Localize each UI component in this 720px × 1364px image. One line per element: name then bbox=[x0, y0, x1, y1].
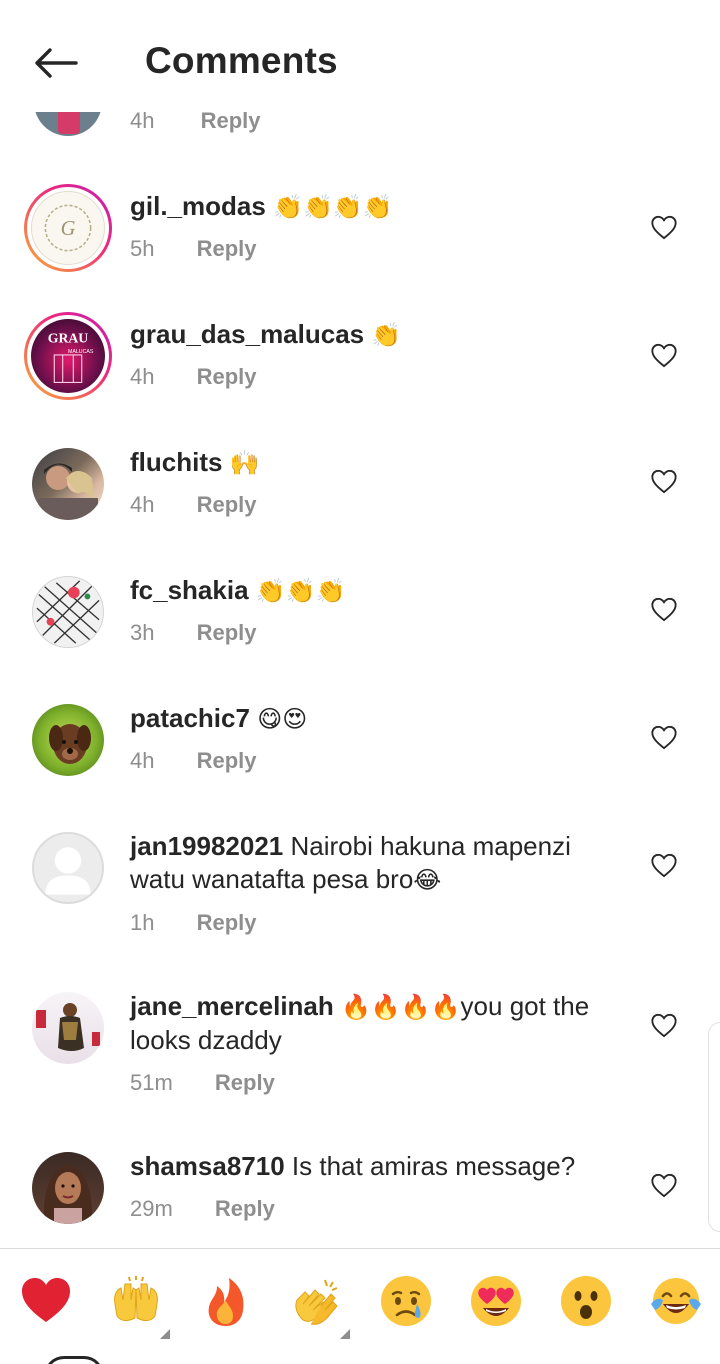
comment-username[interactable]: jane_mercelinah bbox=[130, 991, 334, 1021]
like-heart-icon[interactable] bbox=[650, 852, 678, 878]
variant-indicator bbox=[160, 1329, 170, 1339]
variant-indicator bbox=[340, 1329, 350, 1339]
comment-username[interactable]: shamsa8710 bbox=[130, 1151, 285, 1181]
red-heart-icon bbox=[22, 1278, 70, 1322]
comment-meta: 4h Reply bbox=[130, 748, 257, 774]
comment-time: 1h bbox=[130, 910, 155, 935]
comment-time: 5h bbox=[130, 236, 155, 261]
fire-icon bbox=[208, 1278, 244, 1326]
avatar[interactable] bbox=[32, 704, 104, 776]
comment-username[interactable]: patachic7 bbox=[130, 703, 250, 733]
reaction-heart-eyes-button[interactable] bbox=[468, 1273, 524, 1329]
comment-meta: 4h Reply bbox=[130, 364, 257, 390]
comment-emoji-prefix: 🔥🔥🔥🔥 bbox=[341, 993, 461, 1021]
quick-reactions-bar bbox=[0, 1248, 720, 1364]
reaction-red-heart-button[interactable] bbox=[18, 1273, 74, 1329]
comment-meta: 1h Reply bbox=[130, 910, 257, 936]
comment-text: patachic7 😋😍 bbox=[130, 702, 630, 736]
like-heart-icon[interactable] bbox=[650, 468, 678, 494]
reply-button[interactable]: Reply bbox=[197, 748, 257, 774]
crying-face-icon bbox=[381, 1276, 431, 1326]
like-heart-icon[interactable] bbox=[650, 214, 678, 240]
comment-text: fc_shakia 👏👏👏 bbox=[130, 574, 630, 608]
heart-eyes-icon bbox=[471, 1276, 521, 1326]
comment-emoji: 😂 bbox=[413, 866, 442, 894]
comment-username[interactable]: grau_das_malucas bbox=[130, 319, 364, 349]
reaction-clapping-hands-button[interactable] bbox=[288, 1273, 350, 1339]
comment-text: jane_mercelinah 🔥🔥🔥🔥you got the looks dz… bbox=[130, 990, 630, 1057]
reaction-fire-button[interactable] bbox=[198, 1273, 254, 1329]
like-heart-icon[interactable] bbox=[650, 724, 678, 750]
comment-time: 4h bbox=[130, 748, 155, 773]
avatar[interactable] bbox=[32, 576, 104, 648]
avatar-logo-subtext: MALUCAS bbox=[68, 349, 94, 355]
reply-button[interactable]: Reply bbox=[197, 620, 257, 646]
reply-button[interactable]: Reply bbox=[197, 910, 257, 936]
comments-list[interactable]: 4h Reply G gil._modas 👏👏👏👏 5h Reply GRAU… bbox=[0, 0, 720, 1248]
comment-emoji: 👏👏👏 bbox=[255, 577, 346, 605]
comment-text: shamsa8710 Is that amiras message? bbox=[130, 1150, 630, 1183]
comment-text: gil._modas 👏👏👏👏 bbox=[130, 190, 630, 224]
surprised-face-icon bbox=[561, 1276, 611, 1326]
comment-text: grau_das_malucas 👏 bbox=[130, 318, 630, 352]
avatar-logo-text: GRAU bbox=[48, 330, 89, 345]
comment-time: 3h bbox=[130, 620, 155, 645]
side-panel-handle[interactable] bbox=[708, 1022, 720, 1232]
comment-time: 4h bbox=[130, 492, 155, 517]
reaction-raising-hands-button[interactable] bbox=[108, 1273, 170, 1339]
like-heart-icon[interactable] bbox=[650, 1172, 678, 1198]
reply-button[interactable]: Reply bbox=[197, 236, 257, 262]
comment-emoji: 👏👏👏👏 bbox=[273, 193, 393, 221]
header-bar: Comments bbox=[0, 0, 720, 112]
comment-time: 4h bbox=[130, 364, 155, 389]
avatar[interactable]: GRAU MALUCAS bbox=[24, 312, 112, 400]
comment-text: fluchits 🙌 bbox=[130, 446, 630, 480]
comment-meta: 4h Reply bbox=[130, 492, 257, 518]
comment-time: 29m bbox=[130, 1196, 173, 1221]
page-title: Comments bbox=[145, 40, 338, 81]
avatar[interactable] bbox=[32, 1152, 104, 1224]
comment-meta: 29m Reply bbox=[130, 1196, 275, 1222]
comment-emoji: 🙌 bbox=[229, 449, 260, 477]
comment-username[interactable]: jan19982021 bbox=[130, 831, 283, 861]
avatar[interactable] bbox=[32, 832, 104, 904]
default-user-icon bbox=[45, 847, 91, 895]
reaction-tears-of-joy-button[interactable] bbox=[648, 1273, 704, 1329]
back-button[interactable] bbox=[28, 38, 84, 88]
comment-username[interactable]: gil._modas bbox=[130, 191, 266, 221]
like-heart-icon[interactable] bbox=[650, 342, 678, 368]
arrow-left-icon bbox=[35, 48, 78, 78]
comment-body: Is that amiras message? bbox=[291, 1151, 576, 1181]
raising-hands-icon bbox=[114, 1276, 158, 1322]
avatar[interactable] bbox=[32, 448, 104, 520]
reply-button[interactable]: Reply bbox=[197, 492, 257, 518]
avatar[interactable] bbox=[32, 992, 104, 1064]
clapping-hands-icon bbox=[295, 1279, 338, 1325]
reply-button[interactable]: Reply bbox=[197, 364, 257, 390]
reaction-crying-face-button[interactable] bbox=[378, 1273, 434, 1329]
comment-meta: 3h Reply bbox=[130, 620, 257, 646]
reaction-surprised-face-button[interactable] bbox=[558, 1273, 614, 1329]
svg-text:G: G bbox=[61, 218, 76, 240]
comment-emoji: 😋😍 bbox=[257, 705, 308, 733]
comment-meta: 5h Reply bbox=[130, 236, 257, 262]
comment-username[interactable]: fluchits bbox=[130, 447, 222, 477]
comment-emoji: 👏 bbox=[371, 321, 402, 349]
like-heart-icon[interactable] bbox=[650, 596, 678, 622]
tears-of-joy-icon bbox=[651, 1278, 701, 1324]
comment-time: 51m bbox=[130, 1070, 173, 1095]
reply-button[interactable]: Reply bbox=[215, 1070, 275, 1096]
reply-button[interactable]: Reply bbox=[215, 1196, 275, 1222]
comment-username[interactable]: fc_shakia bbox=[130, 575, 249, 605]
avatar[interactable]: G bbox=[24, 184, 112, 272]
comment-text: jan19982021 Nairobi hakuna mapenzi watu … bbox=[130, 830, 620, 897]
comment-meta: 51m Reply bbox=[130, 1070, 275, 1096]
like-heart-icon[interactable] bbox=[650, 1012, 678, 1038]
